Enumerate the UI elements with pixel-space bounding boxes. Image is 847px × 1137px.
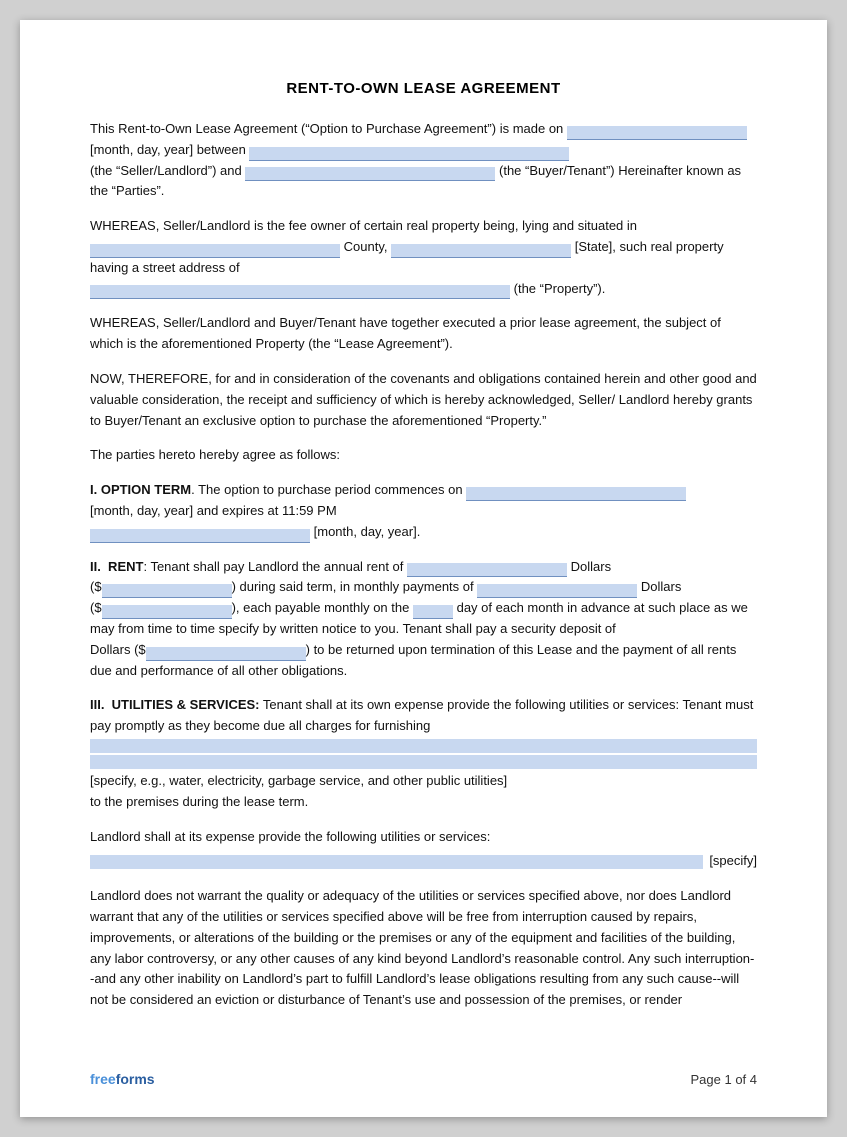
intro-text-3: (the “Seller/Landlord”) and xyxy=(90,163,242,178)
section-2c-text: ($ xyxy=(90,579,102,594)
whereas-1-text: WHEREAS, Seller/Landlord is the fee owne… xyxy=(90,218,637,233)
document-page: RENT-TO-OWN LEASE AGREEMENT This Rent-to… xyxy=(20,20,827,1117)
utilities-blank-2[interactable] xyxy=(90,755,757,769)
whereas-1-paragraph: WHEREAS, Seller/Landlord is the fee owne… xyxy=(90,216,757,299)
monthly-rent-blank[interactable] xyxy=(477,584,637,598)
section-2d-text: ) during said term, in monthly payments … xyxy=(232,579,474,594)
freeforms-logo: freeforms xyxy=(90,1071,155,1087)
intro-text-2: [month, day, year] between xyxy=(90,142,246,157)
section-2g-text: ), each payable monthly on the xyxy=(232,600,410,615)
section-1b-text: [month, day, year] and expires at 11:59 … xyxy=(90,503,337,518)
landlord-specify-text: [specify] xyxy=(709,851,757,872)
address-blank[interactable] xyxy=(90,285,510,299)
intro-paragraph: This Rent-to-Own Lease Agreement (“Optio… xyxy=(90,119,757,202)
landlord-utilities-text: Landlord shall at its expense provide th… xyxy=(90,829,490,844)
page-number: Page 1 of 4 xyxy=(691,1072,758,1087)
section-3-label: III. UTILITIES & SERVICES: xyxy=(90,697,260,712)
section-1-text: . The option to purchase period commence… xyxy=(191,482,462,497)
parties-agree-text: The parties hereto hereby agree as follo… xyxy=(90,447,340,462)
now-therefore-paragraph: NOW, THEREFORE, for and in consideration… xyxy=(90,369,757,431)
section-2e-text: Dollars xyxy=(641,579,681,594)
section-1-paragraph: I. OPTION TERM. The option to purchase p… xyxy=(90,480,757,542)
party1-blank[interactable] xyxy=(249,147,569,161)
landlord-warranty-paragraph: Landlord does not warrant the quality or… xyxy=(90,886,757,1011)
intro-text-1: This Rent-to-Own Lease Agreement (“Optio… xyxy=(90,121,563,136)
section-1-label: I. OPTION TERM xyxy=(90,482,191,497)
section-3c-text: to the premises during the lease term. xyxy=(90,794,308,809)
document-footer: freeforms Page 1 of 4 xyxy=(90,1071,757,1087)
section-2-paragraph: II. RENT: Tenant shall pay Landlord the … xyxy=(90,557,757,682)
logo-free: free xyxy=(90,1071,116,1087)
county-blank[interactable] xyxy=(90,244,340,258)
document-title: RENT-TO-OWN LEASE AGREEMENT xyxy=(90,80,757,97)
section-2i-text: Dollars ($ xyxy=(90,642,146,657)
annual-rent-dollar-blank[interactable] xyxy=(102,584,232,598)
annual-rent-blank[interactable] xyxy=(407,563,567,577)
party2-blank[interactable] xyxy=(245,167,495,181)
section-1c-text: [month, day, year]. xyxy=(314,524,421,539)
date-blank[interactable] xyxy=(567,126,747,140)
section-2b-text: Dollars xyxy=(571,559,611,574)
now-therefore-text: NOW, THEREFORE, for and in consideration… xyxy=(90,371,757,428)
section-2-text: : Tenant shall pay Landlord the annual r… xyxy=(143,559,403,574)
option-start-blank[interactable] xyxy=(466,487,686,501)
whereas-2-paragraph: WHEREAS, Seller/Landlord and Buyer/Tenan… xyxy=(90,313,757,355)
parties-agree-paragraph: The parties hereto hereby agree as follo… xyxy=(90,445,757,466)
section-3b-text: [specify, e.g., water, electricity, garb… xyxy=(90,773,507,788)
whereas-1d-text: (the “Property”). xyxy=(514,281,606,296)
whereas-1b-text: County, xyxy=(344,239,388,254)
logo-forms: forms xyxy=(116,1071,155,1087)
whereas-2-text: WHEREAS, Seller/Landlord and Buyer/Tenan… xyxy=(90,315,721,351)
section-2-label: II. RENT xyxy=(90,559,143,574)
monthly-rent-dollar-blank[interactable] xyxy=(102,605,232,619)
section-3-paragraph: III. UTILITIES & SERVICES: Tenant shall … xyxy=(90,695,757,812)
landlord-utilities-paragraph: Landlord shall at its expense provide th… xyxy=(90,827,757,873)
utilities-blank-1[interactable] xyxy=(90,739,757,753)
landlord-utilities-blank[interactable] xyxy=(90,855,703,869)
day-blank[interactable] xyxy=(413,605,453,619)
section-2f-text: ($ xyxy=(90,600,102,615)
option-end-blank[interactable] xyxy=(90,529,310,543)
landlord-warranty-text: Landlord does not warrant the quality or… xyxy=(90,888,754,1007)
state-blank[interactable] xyxy=(391,244,571,258)
deposit-blank[interactable] xyxy=(146,647,306,661)
